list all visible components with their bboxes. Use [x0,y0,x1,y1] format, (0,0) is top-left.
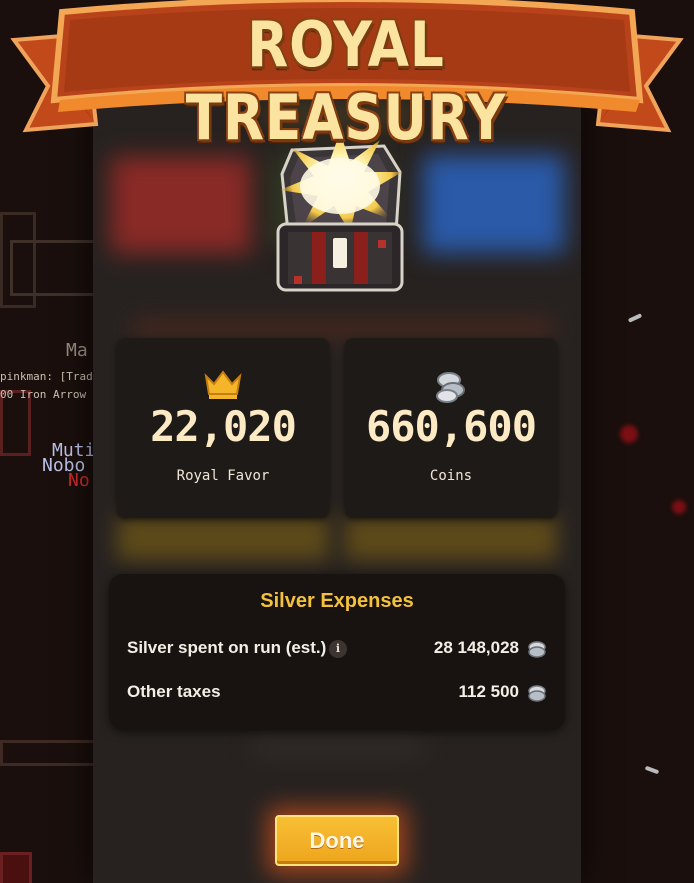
chat-line: 00 Iron Arrow R [0,388,100,401]
silver-expenses-title: Silver Expenses [260,590,414,612]
expense-label: Silver spent on run (est.) [127,638,327,657]
royal-favor-label: Royal Favor [176,468,270,484]
coins-icon [345,368,557,404]
silver-expenses-panel: Silver Expenses Silver spent on run (est… [109,574,565,730]
blurred-blue-panel [423,155,565,253]
coins-card: 660,600 Coins [345,338,557,518]
royal-favor-value: 22,020 [150,402,297,451]
treasure-chest-icon [272,132,408,296]
player-name-label: Ma [66,340,88,361]
coins-label: Coins [429,468,473,484]
window-title: ROYAL TREASURY [185,8,507,154]
blurred-orange-dots [133,321,553,337]
blurred-red-panel [111,157,251,253]
expense-value: 112 500 [458,682,519,701]
expense-row: Silver spent on run (est.) i 28 148,028 [127,638,547,662]
dungeon-floor-tile [0,852,32,883]
silver-coin-icon [528,641,546,658]
royal-favor-card: 22,020 Royal Favor [117,338,329,518]
player-name-label: No [68,470,90,491]
silver-coin-icon [528,685,546,702]
done-button[interactable]: Done [275,815,399,866]
card-glow [345,516,557,560]
card-glow [117,516,329,560]
title-banner: ROYAL TREASURY [0,0,694,154]
info-icon[interactable]: i [329,640,347,658]
blurred-bottom-strip [253,740,423,756]
blood-splatter [672,500,686,514]
arrow-particle [644,765,660,775]
expense-row: Other taxes 112 500 [127,682,547,706]
coins-value: 660,600 [365,402,537,451]
dungeon-floor-tile [0,740,96,766]
expense-label: Other taxes [127,682,221,701]
crown-icon [117,368,329,404]
dungeon-wall-tile [10,240,96,296]
arrow-particle [627,313,643,323]
expense-value: 28 148,028 [433,638,519,657]
blood-splatter [620,425,638,443]
chat-line: pinkman: [Trad [0,370,93,383]
